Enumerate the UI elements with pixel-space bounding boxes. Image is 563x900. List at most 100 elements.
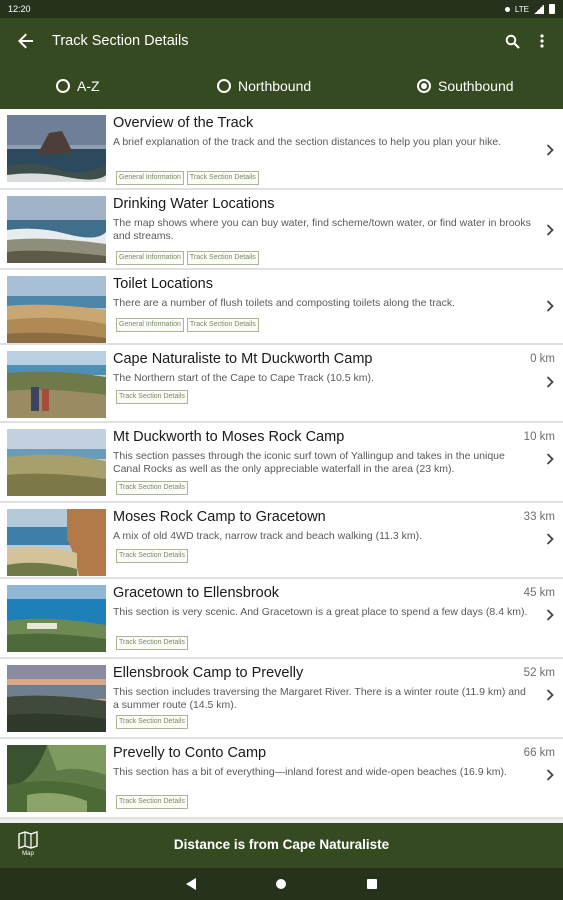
tag: General Information bbox=[116, 251, 184, 265]
sort-option-southbound[interactable]: Southbound bbox=[417, 78, 514, 94]
list-item[interactable]: Toilet Locations There are a number of f… bbox=[0, 270, 563, 345]
tag-list: Track Section Details bbox=[116, 481, 188, 495]
tag: Track Section Details bbox=[116, 795, 188, 809]
chevron-right-icon bbox=[546, 300, 554, 312]
list-item[interactable]: Ellensbrook Camp to Prevelly 52 km This … bbox=[0, 659, 563, 739]
thumbnail-image bbox=[7, 351, 106, 418]
thumbnail-image bbox=[7, 429, 106, 496]
item-title: Drinking Water Locations bbox=[113, 196, 275, 212]
signal-icon bbox=[534, 4, 544, 14]
list-item[interactable]: Prevelly to Conto Camp 66 km This sectio… bbox=[0, 739, 563, 819]
notification-dot-icon bbox=[504, 6, 510, 12]
thumbnail-image bbox=[7, 196, 106, 263]
radio-unchecked-icon bbox=[217, 79, 231, 93]
search-icon bbox=[505, 34, 520, 49]
nav-recents-icon[interactable] bbox=[367, 879, 377, 889]
tag-list: Track Section Details bbox=[116, 715, 188, 729]
list-item[interactable]: Moses Rock Camp to Gracetown 33 km A mix… bbox=[0, 503, 563, 579]
tag-list: Track Section Details bbox=[116, 390, 188, 404]
list-item[interactable]: Overview of the Track A brief explanatio… bbox=[0, 109, 563, 190]
item-title: Mt Duckworth to Moses Rock Camp bbox=[113, 429, 345, 445]
item-distance: 33 km bbox=[523, 511, 555, 523]
item-distance: 66 km bbox=[523, 747, 555, 759]
battery-icon bbox=[549, 4, 555, 14]
sort-options: A-Z Northbound Southbound bbox=[0, 64, 563, 109]
list-item[interactable]: Mt Duckworth to Moses Rock Camp 10 km Th… bbox=[0, 423, 563, 503]
item-distance: 45 km bbox=[523, 587, 555, 599]
tag: Track Section Details bbox=[186, 171, 259, 185]
list-item[interactable]: Cape Naturaliste to Mt Duckworth Camp 0 … bbox=[0, 345, 563, 423]
overflow-menu-button[interactable] bbox=[527, 18, 557, 64]
tag: Track Section Details bbox=[116, 636, 188, 650]
chevron-right-icon bbox=[546, 144, 554, 156]
chevron-right-icon bbox=[546, 453, 554, 465]
tag-list: Track Section Details bbox=[116, 549, 188, 563]
thumbnail-image bbox=[7, 665, 106, 732]
search-button[interactable] bbox=[497, 18, 527, 64]
item-description: The map shows where you can buy water, f… bbox=[113, 217, 531, 242]
item-description: A brief explanation of the track and the… bbox=[113, 136, 502, 148]
tag-list: General Information Track Section Detail… bbox=[116, 318, 259, 332]
sort-option-northbound[interactable]: Northbound bbox=[217, 78, 311, 94]
distance-caption: Distance is from Cape Naturaliste bbox=[173, 837, 390, 852]
tag: Track Section Details bbox=[116, 549, 188, 563]
tag: General Information bbox=[116, 171, 184, 185]
item-description: This section includes traversing the Mar… bbox=[113, 686, 526, 711]
sort-option-az[interactable]: A-Z bbox=[56, 78, 100, 94]
tag: Track Section Details bbox=[186, 318, 259, 332]
system-nav-bar bbox=[0, 868, 563, 900]
item-title: Toilet Locations bbox=[113, 276, 213, 292]
radio-unchecked-icon bbox=[56, 79, 70, 93]
more-vert-icon bbox=[540, 34, 544, 48]
app-bar: Track Section Details bbox=[0, 18, 563, 64]
tag: Track Section Details bbox=[116, 481, 188, 495]
list-item[interactable]: Drinking Water Locations The map shows w… bbox=[0, 190, 563, 270]
item-description: This section is very scenic. And Graceto… bbox=[113, 606, 528, 618]
tag: Track Section Details bbox=[116, 390, 188, 404]
list-item[interactable]: Gracetown to Ellensbrook 45 km This sect… bbox=[0, 579, 563, 659]
thumbnail-image bbox=[7, 745, 106, 812]
radio-checked-icon bbox=[417, 79, 431, 93]
tag-list: General Information Track Section Detail… bbox=[116, 171, 259, 185]
chevron-right-icon bbox=[546, 769, 554, 781]
item-description: This section has a bit of everything—inl… bbox=[113, 766, 507, 778]
item-description: The Northern start of the Cape to Cape T… bbox=[113, 372, 374, 384]
status-bar: 12:20 LTE bbox=[0, 0, 563, 18]
page-title: Track Section Details bbox=[52, 33, 189, 49]
item-description: There are a number of flush toilets and … bbox=[113, 297, 456, 309]
sort-option-label: Southbound bbox=[438, 78, 514, 94]
status-icons: LTE bbox=[504, 4, 555, 14]
network-label: LTE bbox=[514, 4, 529, 14]
tag: Track Section Details bbox=[116, 715, 188, 729]
back-button[interactable] bbox=[0, 18, 52, 64]
sort-option-label: Northbound bbox=[238, 78, 312, 94]
tag-list: Track Section Details bbox=[116, 795, 188, 809]
item-distance: 10 km bbox=[523, 431, 555, 443]
thumbnail-image bbox=[7, 115, 106, 182]
tag: Track Section Details bbox=[186, 251, 259, 265]
bottom-bar: Map Distance is from Cape Naturaliste bbox=[0, 823, 563, 868]
chevron-right-icon bbox=[546, 689, 554, 701]
item-title: Gracetown to Ellensbrook bbox=[113, 585, 280, 601]
track-section-list[interactable]: Overview of the Track A brief explanatio… bbox=[0, 109, 563, 823]
tag-list: Track Section Details bbox=[116, 636, 188, 650]
sort-option-label: A-Z bbox=[77, 78, 100, 94]
chevron-right-icon bbox=[546, 376, 554, 388]
item-description: This section passes through the iconic s… bbox=[113, 450, 505, 475]
nav-back-icon[interactable] bbox=[186, 878, 196, 890]
chevron-right-icon bbox=[546, 609, 554, 621]
item-title: Prevelly to Conto Camp bbox=[113, 745, 267, 761]
arrow-left-icon bbox=[18, 33, 33, 49]
thumbnail-image bbox=[7, 585, 106, 652]
chevron-right-icon bbox=[546, 224, 554, 236]
thumbnail-image bbox=[7, 276, 106, 343]
item-title: Moses Rock Camp to Gracetown bbox=[113, 509, 326, 525]
item-title: Cape Naturaliste to Mt Duckworth Camp bbox=[113, 351, 373, 367]
nav-home-icon[interactable] bbox=[276, 879, 286, 889]
tag: General Information bbox=[116, 318, 184, 332]
chevron-right-icon bbox=[546, 533, 554, 545]
item-description: A mix of old 4WD track, narrow track and… bbox=[113, 530, 423, 542]
item-distance: 52 km bbox=[523, 667, 555, 679]
item-title: Overview of the Track bbox=[113, 115, 254, 131]
status-time: 12:20 bbox=[8, 4, 31, 14]
